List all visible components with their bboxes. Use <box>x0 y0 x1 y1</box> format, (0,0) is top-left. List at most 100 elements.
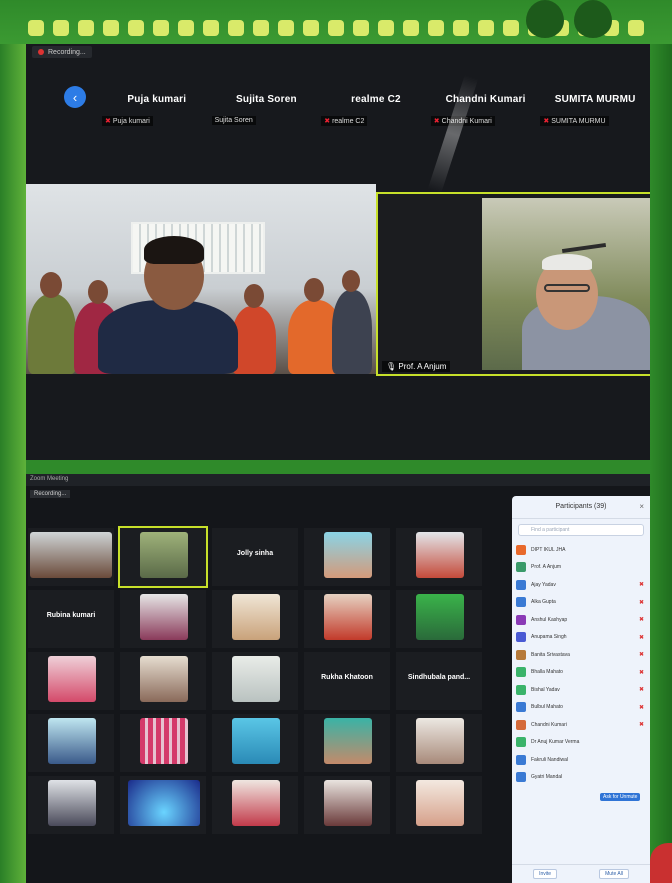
video-tile[interactable] <box>396 528 482 586</box>
invite-button[interactable]: Invite <box>533 869 558 879</box>
video-tile[interactable] <box>396 776 482 834</box>
participant-name: Chandni Kumari <box>445 94 526 105</box>
participant-row[interactable]: Chandni Kumari ✖ <box>512 716 650 734</box>
participant-label: Sujita Soren <box>211 116 256 125</box>
video-tile[interactable] <box>28 776 114 834</box>
active-speaker-video[interactable]: 🎙 Prof. A Anjum <box>376 192 650 376</box>
gallery-grid: Jolly sinha Rubina kumari Rukha Khatoon … <box>26 524 506 879</box>
participant-tile[interactable]: SUMITA MURMU ✖ SUMITA MURMU <box>540 90 650 136</box>
participants-panel: Participants (39) × Find a participant D… <box>512 496 650 883</box>
participant-name: Jolly sinha <box>236 550 274 557</box>
video-tile[interactable]: Sindhubala pand... <box>396 652 482 710</box>
participant-row[interactable]: Dr Anuj Kumar Verma <box>512 734 650 752</box>
ceiling-fan <box>561 242 607 254</box>
avatar <box>516 719 526 730</box>
video-tile[interactable] <box>120 590 206 648</box>
participant-row[interactable]: Fakruli Nandiwal <box>512 751 650 769</box>
mic-muted-icon: ✖ <box>638 617 644 624</box>
panel-title: Participants (39) <box>555 503 607 510</box>
mic-muted-icon: ✖ <box>433 118 440 125</box>
participant-name: Sujita Soren <box>236 94 297 105</box>
avatar <box>516 737 526 748</box>
avatar <box>516 562 526 573</box>
avatar <box>516 684 526 695</box>
participant-name: Sindhubala pand... <box>407 674 471 681</box>
meeting-screen-bottom: Zoom Meeting Recording... Jolly sinha Ru… <box>26 474 650 883</box>
participant-name: SUMITA MURMU <box>554 94 636 105</box>
participant-name: Puja kumari <box>127 94 187 105</box>
audience-person <box>232 306 276 374</box>
mic-muted-icon: ✖ <box>638 704 644 711</box>
avatar <box>516 754 526 765</box>
video-tile[interactable] <box>28 714 114 772</box>
close-icon[interactable]: × <box>639 496 644 518</box>
video-tile[interactable] <box>212 590 298 648</box>
audience-head <box>244 284 264 308</box>
mute-all-button[interactable]: Mute All <box>599 869 629 879</box>
mic-muted-icon: ✖ <box>638 634 644 641</box>
recording-indicator: Recording... <box>32 46 92 58</box>
avatar <box>516 614 526 625</box>
video-tile[interactable] <box>396 590 482 648</box>
video-tile[interactable] <box>120 652 206 710</box>
video-tile[interactable] <box>396 714 482 772</box>
video-tile[interactable]: Rubina kumari <box>28 590 114 648</box>
back-arrow-button[interactable]: ‹ <box>64 86 86 108</box>
video-tile[interactable] <box>28 652 114 710</box>
avatar <box>516 649 526 660</box>
participant-name: Rukha Khatoon <box>321 674 373 681</box>
video-tile[interactable] <box>212 652 298 710</box>
participant-row[interactable]: Anshul Kashyap ✖ <box>512 611 650 629</box>
participant-tile[interactable]: Puja kumari ✖ Puja kumari <box>102 90 212 136</box>
participant-row[interactable]: Bhalla Mahato ✖ <box>512 664 650 682</box>
participant-row[interactable]: Bulbul Mahato ✖ <box>512 699 650 717</box>
avatar <box>516 632 526 643</box>
participant-row[interactable]: DIPT IKUL JHA <box>512 541 650 559</box>
meeting-screen-top: Recording... ‹ Puja kumari ✖ Puja kumari … <box>26 44 650 460</box>
participant-tile[interactable]: Sujita Soren Sujita Soren <box>211 90 322 136</box>
leaf-icon <box>526 0 564 38</box>
video-row: 🎙 Prof. A Anjum <box>26 184 650 376</box>
video-tile[interactable] <box>28 528 114 586</box>
ask-unmute-tooltip[interactable]: Ask for Unmute <box>600 793 641 801</box>
glasses-icon <box>544 284 590 292</box>
foreground-person <box>98 300 238 374</box>
audience-head <box>304 278 324 302</box>
video-tile[interactable] <box>212 776 298 834</box>
participant-strip: Puja kumari ✖ Puja kumari Sujita Soren Su… <box>102 90 650 136</box>
classroom-video[interactable] <box>26 184 376 374</box>
audience-head <box>40 272 62 298</box>
video-tile[interactable] <box>304 528 390 586</box>
video-tile[interactable] <box>120 776 206 834</box>
avatar <box>516 772 526 783</box>
mic-muted-icon: ✖ <box>638 669 644 676</box>
speaker-name-label: 🎙 Prof. A Anjum <box>382 361 451 372</box>
frame-top-border <box>0 0 672 44</box>
participant-row[interactable]: Anupama Singh ✖ <box>512 629 650 647</box>
video-tile[interactable] <box>212 714 298 772</box>
leaf-icon <box>574 0 612 38</box>
mic-muted-icon: ✖ <box>638 687 644 694</box>
video-tile[interactable]: Rukha Khatoon <box>304 652 390 710</box>
video-tile[interactable]: Jolly sinha <box>212 528 298 586</box>
video-tile[interactable] <box>120 714 206 772</box>
participant-label: ✖ Puja kumari <box>102 116 153 126</box>
participant-row[interactable]: Bishal Yadav ✖ <box>512 681 650 699</box>
video-tile[interactable] <box>304 776 390 834</box>
video-tile[interactable] <box>304 590 390 648</box>
panel-header: Participants (39) × <box>512 496 650 519</box>
mic-muted-icon: ✖ <box>638 582 644 589</box>
participant-tile[interactable]: realme C2 ✖ realme C2 <box>321 90 431 136</box>
video-tile[interactable] <box>304 714 390 772</box>
participant-row[interactable]: Prof. A Anjum <box>512 559 650 577</box>
participant-row[interactable]: Gyatri Mandal <box>512 769 650 787</box>
participant-row[interactable]: Banita Srivastava ✖ <box>512 646 650 664</box>
corner-decoration <box>650 843 672 883</box>
audience-head <box>88 280 108 304</box>
participant-name: Rubina kumari <box>46 612 96 619</box>
participant-row[interactable]: Alka Gupta ✖ <box>512 594 650 612</box>
participant-row[interactable]: Ajay Yadav ✖ <box>512 576 650 594</box>
participant-search-input[interactable]: Find a participant <box>518 524 644 536</box>
video-tile-active[interactable] <box>118 526 208 588</box>
window-titlebar: Zoom Meeting <box>26 474 650 486</box>
